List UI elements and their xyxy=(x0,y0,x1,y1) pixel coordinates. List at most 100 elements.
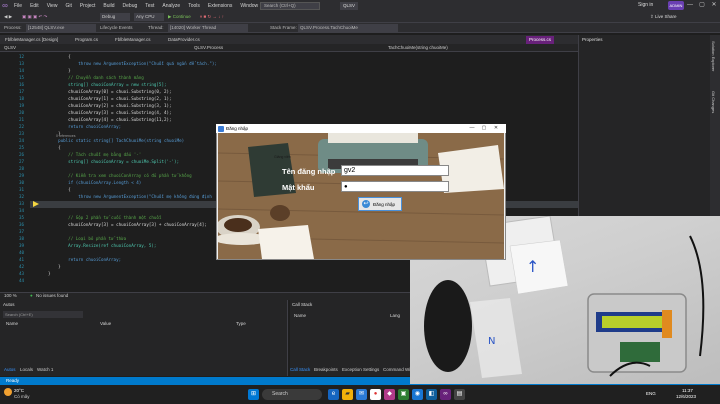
line-number: 30 xyxy=(18,180,24,185)
process-select[interactable]: [12548] QLSV.exe xyxy=(26,24,96,32)
line-number: 20 xyxy=(18,110,24,115)
platform-select[interactable]: Any CPU xyxy=(134,13,164,21)
continue-button[interactable]: ▶ Continue xyxy=(168,13,191,21)
menu-item[interactable]: Extensions xyxy=(204,3,236,9)
tab-breakpoints[interactable]: Breakpoints xyxy=(314,367,338,372)
login-button-label: Đăng nhập xyxy=(373,201,396,207)
minimize-icon[interactable]: — xyxy=(684,0,696,11)
username-input[interactable]: gv2 xyxy=(341,165,449,176)
line-number: 25 xyxy=(18,145,24,150)
tab-fblblemanager-design[interactable]: FblbleManager.cs [Design] xyxy=(2,36,61,44)
code-line: { xyxy=(48,54,71,59)
menu-item[interactable]: Test xyxy=(141,3,158,9)
debug-controls-icon[interactable]: ⏸ ■ ↻ → ↓ ↑ xyxy=(200,13,224,21)
code-line: chuoiConArray[2] = chuoi.Substring(3, 1)… xyxy=(48,103,172,108)
line-number: 16 xyxy=(18,82,24,87)
callstack-title: Call Stack xyxy=(292,302,313,307)
app-icon-4[interactable]: ◧ xyxy=(426,389,437,400)
visual-studio-taskbar-icon[interactable]: ∞ xyxy=(440,389,451,400)
login-button[interactable]: ↩ Đăng nhập xyxy=(358,197,402,211)
issues-status[interactable]: No issues found xyxy=(36,293,68,299)
start-icon[interactable]: ⊞ xyxy=(248,389,259,400)
explorer-icon[interactable]: ▰ xyxy=(342,389,353,400)
codelens-references[interactable]: 0 references xyxy=(56,134,75,138)
app-icon-5[interactable]: ▤ xyxy=(454,389,465,400)
app-icon-3[interactable]: ◉ xyxy=(412,389,423,400)
menu-item[interactable]: Edit xyxy=(26,3,43,9)
dialog-close-icon[interactable]: ✕ xyxy=(490,124,502,133)
menu-item[interactable]: Build xyxy=(99,3,118,9)
toolbar-icons: ▣ ▣ ▣ ↶ ↷ xyxy=(22,14,48,19)
dialog-title: Đăng nhập xyxy=(226,126,249,131)
tab-dataprovider[interactable]: DataProvider.cs xyxy=(165,36,203,44)
tab-fblblemanager[interactable]: FblbleManager.cs xyxy=(112,36,154,44)
tab-command-window[interactable]: Command Wi xyxy=(383,367,410,372)
tab-watch1[interactable]: Watch 1 xyxy=(37,367,53,372)
menu-item[interactable]: Window xyxy=(236,3,262,9)
line-number: 40 xyxy=(18,250,24,255)
code-line: throw new ArgumentException("Chuỗi mẹ kh… xyxy=(48,194,212,199)
avatar[interactable]: ADMIN xyxy=(668,1,684,10)
mail-icon[interactable]: ✉ xyxy=(356,389,367,400)
solution-explorer-tab[interactable]: Solution Explorer xyxy=(711,41,716,71)
menu-item[interactable]: Tools xyxy=(184,3,204,9)
tab-autos[interactable]: Autos xyxy=(4,367,16,372)
lifecycle-events[interactable]: Lifecycle Events xyxy=(100,24,133,32)
stack-frame-select[interactable]: QLSV.Process.TachChuoiMe xyxy=(298,24,398,32)
menu-item[interactable]: Debug xyxy=(119,3,142,9)
zoom-level[interactable]: 100 % xyxy=(4,293,17,299)
tab-program[interactable]: Program.cs xyxy=(72,36,101,44)
clock-date[interactable]: 12/6/2023 xyxy=(676,394,696,399)
dialog-minimize-icon[interactable]: — xyxy=(466,124,478,133)
menu-item[interactable]: File xyxy=(10,3,26,9)
autos-panel: Autos Search (Ctrl+E) Name Value Type xyxy=(0,300,288,376)
small-role-label: Giảng viên xyxy=(274,155,291,159)
line-number: 38 xyxy=(18,236,24,241)
search-input[interactable]: Search (Ctrl+Q) xyxy=(260,2,320,10)
chrome-icon[interactable]: ● xyxy=(370,389,381,400)
thread-label: Thread: xyxy=(148,25,164,30)
menu-item[interactable]: Project xyxy=(76,3,100,9)
menu-item[interactable]: Analyze xyxy=(158,3,184,9)
autos-search[interactable]: Search (Ctrl+E) xyxy=(3,311,83,318)
code-line: return chuoiConArray; xyxy=(48,257,122,262)
clock-time[interactable]: 11:37 xyxy=(682,388,693,393)
signin-link[interactable]: Sign in xyxy=(638,2,653,8)
app-icon-1[interactable]: ◆ xyxy=(384,389,395,400)
code-line: chuoiConArray[1] = chuoi.Substring(2, 1)… xyxy=(48,96,172,101)
code-line: return chuoiConArray; xyxy=(48,124,122,129)
line-number: 17 xyxy=(18,89,24,94)
config-select[interactable]: Debug xyxy=(100,13,130,21)
tab-process[interactable]: Process.cs xyxy=(526,36,555,44)
close-icon[interactable]: ✕ xyxy=(708,0,720,11)
edge-icon[interactable]: e xyxy=(328,389,339,400)
member-combo[interactable]: TachChuoiMe(string chuoiMe) xyxy=(388,44,538,51)
tab-callstack[interactable]: Call Stack xyxy=(290,367,310,372)
taskbar-search[interactable]: Search xyxy=(262,389,322,400)
class-combo[interactable]: QLSV.Process xyxy=(194,44,344,51)
code-line: } xyxy=(48,271,51,276)
line-number: 39 xyxy=(18,243,24,248)
line-number: 29 xyxy=(18,173,24,178)
back-icon[interactable]: ◀ ▶ xyxy=(4,13,12,21)
line-number: 21 xyxy=(18,117,24,122)
live-share-button[interactable]: ⇪ Live Share xyxy=(650,13,677,21)
thread-select[interactable]: [14020] Worker Thread xyxy=(168,24,248,32)
dialog-maximize-icon[interactable]: ▢ xyxy=(478,124,490,133)
continue-label: Continue xyxy=(172,14,191,19)
app-icon-2[interactable]: ▣ xyxy=(398,389,409,400)
menu-item[interactable]: View xyxy=(43,3,62,9)
line-number: 24 xyxy=(18,138,24,143)
menu-item[interactable]: Git xyxy=(61,3,75,9)
project-combo[interactable]: QLSV xyxy=(4,44,144,51)
language-indicator[interactable]: ENG xyxy=(646,391,656,396)
dialog-background-image: Giảng viên xyxy=(218,133,504,259)
maximize-icon[interactable]: ▢ xyxy=(696,0,708,11)
tab-exception-settings[interactable]: Exception Settings xyxy=(342,367,379,372)
line-number: 22 xyxy=(18,124,24,129)
tab-locals[interactable]: Locals xyxy=(20,367,33,372)
arduino-board xyxy=(620,342,660,362)
code-line: } xyxy=(48,68,71,73)
git-changes-tab[interactable]: Git Changes xyxy=(711,91,716,113)
password-input[interactable]: ● xyxy=(341,181,449,192)
